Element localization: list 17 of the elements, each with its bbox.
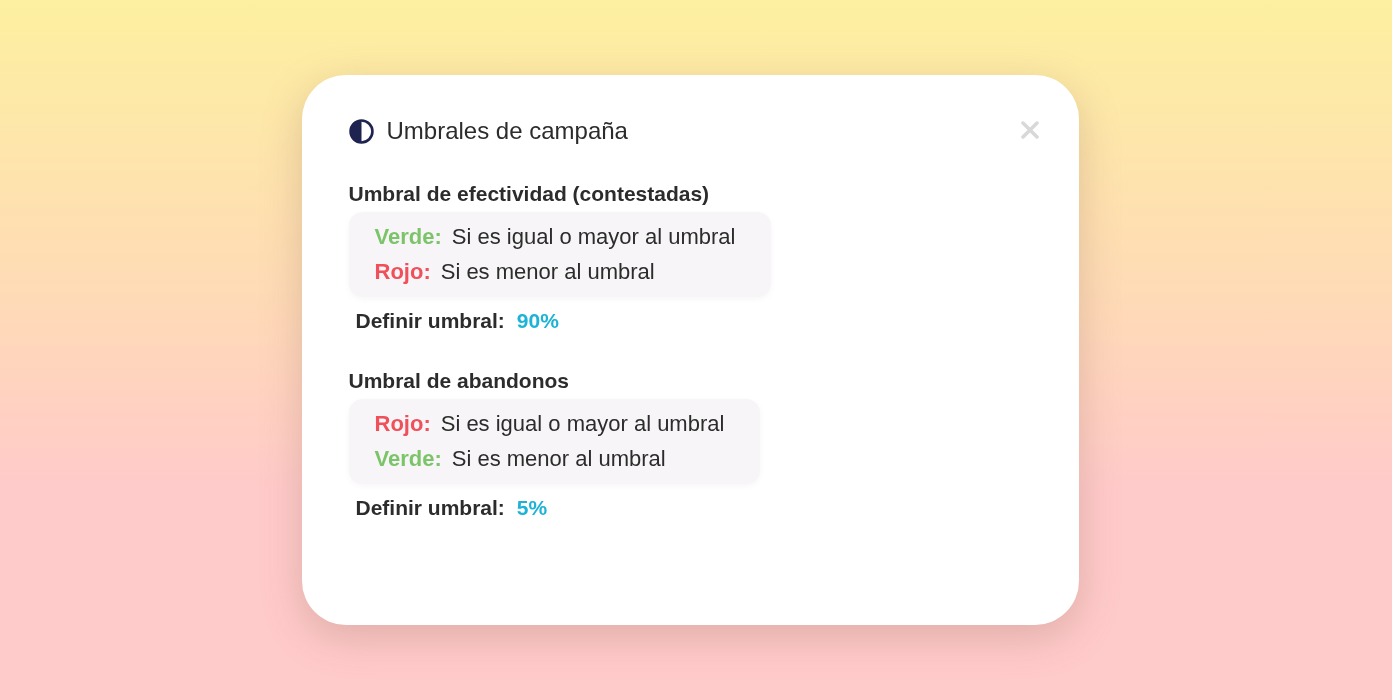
section-heading: Umbral de abandonos: [348, 369, 570, 393]
rule-text: Si es menor al umbral: [440, 259, 655, 285]
define-label: Definir umbral:: [355, 496, 505, 520]
threshold-value[interactable]: 90%: [516, 309, 559, 333]
rule-label: Rojo:: [374, 259, 431, 285]
threshold-value[interactable]: 5%: [516, 496, 548, 520]
rule-text: Si es menor al umbral: [451, 446, 666, 472]
rule-text: Si es igual o mayor al umbral: [440, 411, 725, 437]
rule-label: Rojo:: [374, 411, 431, 437]
rule-label: Verde:: [374, 224, 442, 250]
dialog-title: Umbrales de campaña: [386, 117, 629, 145]
rule-label: Verde:: [374, 446, 442, 472]
contrast-icon: [348, 118, 374, 144]
define-label: Definir umbral:: [355, 309, 505, 333]
close-icon[interactable]: [1020, 121, 1039, 139]
section-heading: Umbral de efectividad (contestadas): [348, 182, 710, 206]
rule-text: Si es igual o mayor al umbral: [451, 224, 736, 250]
